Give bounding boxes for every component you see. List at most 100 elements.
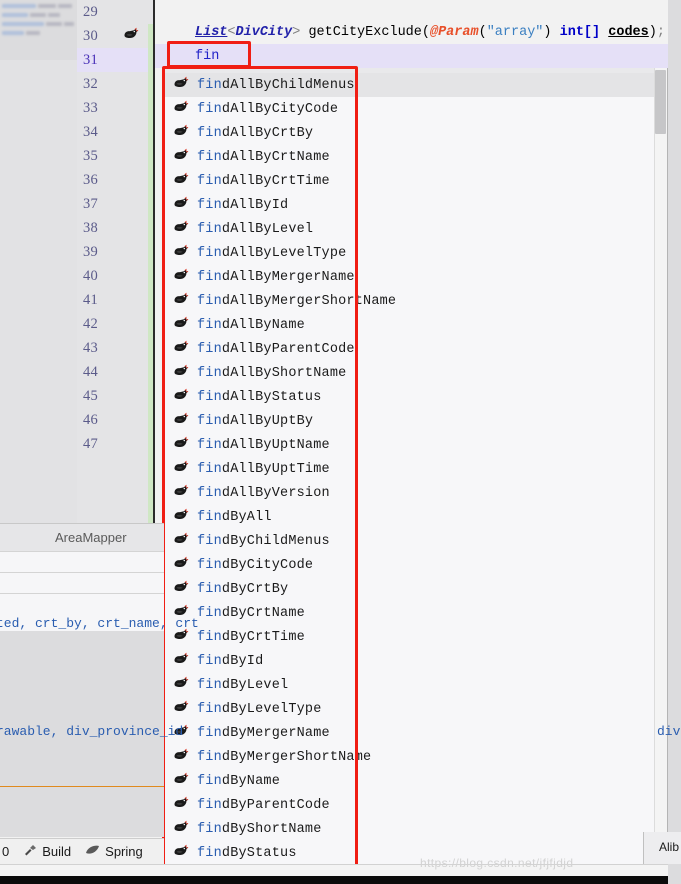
autocomplete-item[interactable]: findByCrtBy <box>165 577 667 601</box>
gutter-line-40[interactable]: 40 <box>77 264 153 288</box>
mybatis-bird-icon <box>173 340 189 353</box>
matched-prefix: fin <box>197 725 222 741</box>
autocomplete-item-label: findByStatus <box>197 845 297 861</box>
gutter-line-47[interactable]: 47 <box>77 432 153 456</box>
autocomplete-item-icon <box>173 268 189 286</box>
gutter-line-45[interactable]: 45 <box>77 384 153 408</box>
gutter-line-37[interactable]: 37 <box>77 192 153 216</box>
autocomplete-item-icon <box>173 148 189 166</box>
autocomplete-item-label: findAllByMergerName <box>197 269 355 285</box>
gutter-line-42[interactable]: 42 <box>77 312 153 336</box>
gutter-line-44[interactable]: 44 <box>77 360 153 384</box>
matched-prefix: fin <box>197 365 222 381</box>
autocomplete-item[interactable]: findAllByCrtTime <box>165 169 667 193</box>
bottom-bar-item-spring[interactable]: Spring <box>85 844 143 859</box>
typed-prefix-line[interactable]: fin <box>155 44 681 68</box>
autocomplete-item[interactable]: findAllByShortName <box>165 361 667 385</box>
autocomplete-item[interactable]: findByName <box>165 769 667 793</box>
autocomplete-item[interactable]: findAllByChildMenus <box>165 73 667 97</box>
mybatis-bird-icon <box>173 532 189 545</box>
autocomplete-item-label: findByMergerName <box>197 725 330 741</box>
autocomplete-item[interactable]: findAllByMergerName <box>165 265 667 289</box>
autocomplete-item[interactable]: findByCityCode <box>165 553 667 577</box>
autocomplete-item[interactable]: findAllById <box>165 193 667 217</box>
autocomplete-item[interactable]: findByCrtTime <box>165 625 667 649</box>
autocomplete-item[interactable]: findAllByName <box>165 313 667 337</box>
gutter-line-38[interactable]: 38 <box>77 216 153 240</box>
autocomplete-item-label: findAllByCrtBy <box>197 125 314 141</box>
autocomplete-item-list[interactable]: findAllByChildMenus findAllByCityCode find… <box>165 73 667 883</box>
gutter-line-39[interactable]: 39 <box>77 240 153 264</box>
autocomplete-item[interactable]: findAllByLevelType <box>165 241 667 265</box>
leaf-icon <box>85 844 100 859</box>
autocomplete-item[interactable]: findAllByVersion <box>165 481 667 505</box>
xml-snippet-line-2: rawable, div_province_id <box>0 724 184 739</box>
matched-prefix: fin <box>197 341 222 357</box>
autocomplete-item[interactable]: findAllByLevel <box>165 217 667 241</box>
autocomplete-item[interactable]: findAllByUptName <box>165 433 667 457</box>
editor-tab-areamapper[interactable]: AreaMapper <box>55 530 175 545</box>
autocomplete-item-icon <box>173 460 189 478</box>
matched-prefix: fin <box>197 821 222 837</box>
gutter-line-29[interactable]: 29 <box>77 0 153 24</box>
screen-edge-strip <box>0 876 681 884</box>
autocomplete-item-icon <box>173 436 189 454</box>
autocomplete-item[interactable]: findByStatus <box>165 841 667 865</box>
line-number-34: 34 <box>83 123 99 140</box>
autocomplete-item[interactable]: findByCrtName <box>165 601 667 625</box>
line-number-32: 32 <box>83 75 99 92</box>
autocomplete-item[interactable]: findAllByCityCode <box>165 97 667 121</box>
gutter-line-31[interactable]: 31 <box>77 48 153 72</box>
autocomplete-popup[interactable]: findAllByChildMenus findAllByCityCode find… <box>164 68 668 884</box>
matched-prefix: fin <box>197 389 222 405</box>
autocomplete-item[interactable]: findAllByCrtBy <box>165 121 667 145</box>
gutter-mybatis-marker[interactable] <box>123 27 139 45</box>
autocomplete-item[interactable]: findAllByUptTime <box>165 457 667 481</box>
generic-type-token: DivCity <box>235 24 293 40</box>
gutter-line-46[interactable]: 46 <box>77 408 153 432</box>
autocomplete-item[interactable]: findByParentCode <box>165 793 667 817</box>
autocomplete-item-label: findAllById <box>197 197 289 213</box>
partial-tool-label: 0 <box>2 844 10 859</box>
autocomplete-item[interactable]: findByMergerName <box>165 721 667 745</box>
autocomplete-item[interactable]: findByChildMenus <box>165 529 667 553</box>
autocomplete-item-icon <box>173 676 189 694</box>
bottom-bar-item-build[interactable]: Build <box>23 843 71 860</box>
editor-gutter[interactable]: 29 30 31 32 33 34 35 36 37 38 39 40 41 42 43 44 45 46 47 <box>77 0 153 552</box>
autocomplete-item[interactable]: findAllByParentCode <box>165 337 667 361</box>
autocomplete-item[interactable]: findByMergerShortName <box>165 745 667 769</box>
gutter-line-30[interactable]: 30 <box>77 24 153 48</box>
gutter-line-33[interactable]: 33 <box>77 96 153 120</box>
autocomplete-item-label: findByCrtBy <box>197 581 289 597</box>
gutter-line-32[interactable]: 32 <box>77 72 153 96</box>
autocomplete-item-label: findByLevel <box>197 677 289 693</box>
popup-scrollbar-thumb[interactable] <box>655 70 666 134</box>
mybatis-bird-icon <box>173 652 189 665</box>
autocomplete-item[interactable]: findAllByUptBy <box>165 409 667 433</box>
bottom-bar-partial-label[interactable]: 0 <box>2 844 9 859</box>
autocomplete-item[interactable]: findAllByMergerShortName <box>165 289 667 313</box>
gutter-line-36[interactable]: 36 <box>77 168 153 192</box>
line-number-46: 46 <box>83 411 99 428</box>
paren-open-token: ( <box>421 24 430 40</box>
autocomplete-item-icon <box>173 556 189 574</box>
gutter-line-34[interactable]: 34 <box>77 120 153 144</box>
autocomplete-item[interactable]: findByAll <box>165 505 667 529</box>
hammer-icon <box>23 843 37 860</box>
gutter-line-43[interactable]: 43 <box>77 336 153 360</box>
autocomplete-item[interactable]: findByLevel <box>165 673 667 697</box>
autocomplete-item-label: findById <box>197 653 264 669</box>
matched-prefix: fin <box>197 629 222 645</box>
autocomplete-item[interactable]: findAllByCrtName <box>165 145 667 169</box>
autocomplete-item[interactable]: findAllByStatus <box>165 385 667 409</box>
autocomplete-item[interactable]: findById <box>165 649 667 673</box>
popup-scrollbar-track[interactable] <box>654 68 667 883</box>
bottom-tool-window-bar[interactable]: 0 Build Spring <box>0 838 164 864</box>
gutter-line-35[interactable]: 35 <box>77 144 153 168</box>
matched-prefix: fin <box>197 149 222 165</box>
autocomplete-item[interactable]: findByLevelType <box>165 697 667 721</box>
xml-editor-pane[interactable]: ted, crt_by, crt_name, crt rawable, div_… <box>0 551 199 837</box>
gutter-line-41[interactable]: 41 <box>77 288 153 312</box>
autocomplete-item-label: findByLevelType <box>197 701 322 717</box>
autocomplete-item[interactable]: findByShortName <box>165 817 667 841</box>
